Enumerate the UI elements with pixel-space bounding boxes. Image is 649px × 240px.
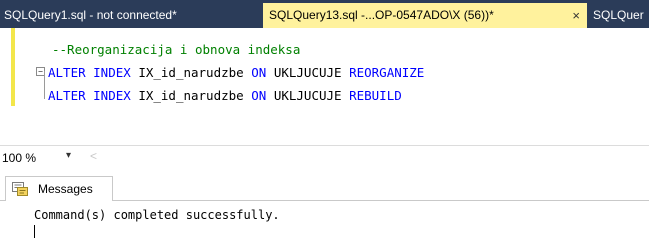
keyword: REBUILD — [349, 88, 402, 103]
text-caret — [34, 225, 35, 238]
tab-messages-label: Messages — [38, 182, 93, 196]
results-pane: Messages Command(s) completed successful… — [0, 172, 649, 240]
code-line-comment: --Reorganizacija i obnova indeksa — [52, 42, 301, 57]
close-tab-icon[interactable]: × — [572, 3, 580, 28]
identifier: UKLJUCUJE — [273, 88, 342, 103]
keyword: REORGANIZE — [349, 65, 425, 80]
identifier: UKLJUCUJE — [273, 65, 342, 80]
code-line-reorganize: ALTER INDEX IX_id_narudzbe ON UKLJUCUJE … — [48, 64, 424, 82]
results-tab-strip: Messages — [0, 172, 649, 201]
keyword: ON — [251, 65, 267, 80]
zoom-bar: 100 % ▾ < — [0, 148, 649, 170]
result-message: Command(s) completed successfully. — [34, 208, 280, 222]
keyword: ALTER INDEX — [48, 65, 131, 80]
identifier: IX_id_narudzbe — [138, 88, 244, 103]
tab-sqlquery13[interactable]: SQLQuery13.sql -...OP-0547ADO\X (56))* × — [263, 3, 587, 28]
document-tab-strip: SQLQuery1.sql - not connected* SQLQuery1… — [0, 0, 649, 28]
tab-sqlquery-overflow[interactable]: SQLQuer — [589, 3, 649, 28]
zoom-level[interactable]: 100 % — [2, 151, 36, 165]
keyword: ALTER INDEX — [48, 88, 131, 103]
tab-sqlquery13-label: SQLQuery13.sql -...OP-0547ADO\X (56))* — [269, 8, 494, 22]
query-editor[interactable]: − --Reorganizacija i obnova indeksa ALTE… — [0, 28, 649, 146]
messages-icon — [12, 182, 28, 196]
identifier: IX_id_narudzbe — [138, 65, 244, 80]
tab-sqlquery1[interactable]: SQLQuery1.sql - not connected* — [0, 3, 247, 28]
tab-messages[interactable]: Messages — [5, 176, 113, 201]
scroll-left-icon[interactable]: < — [90, 149, 97, 163]
change-tracking-bar — [11, 28, 15, 106]
chevron-down-icon[interactable]: ▾ — [66, 150, 71, 161]
code-line-rebuild: ALTER INDEX IX_id_narudzbe ON UKLJUCUJE … — [48, 87, 402, 105]
keyword: ON — [251, 88, 267, 103]
outline-guide — [44, 71, 45, 99]
